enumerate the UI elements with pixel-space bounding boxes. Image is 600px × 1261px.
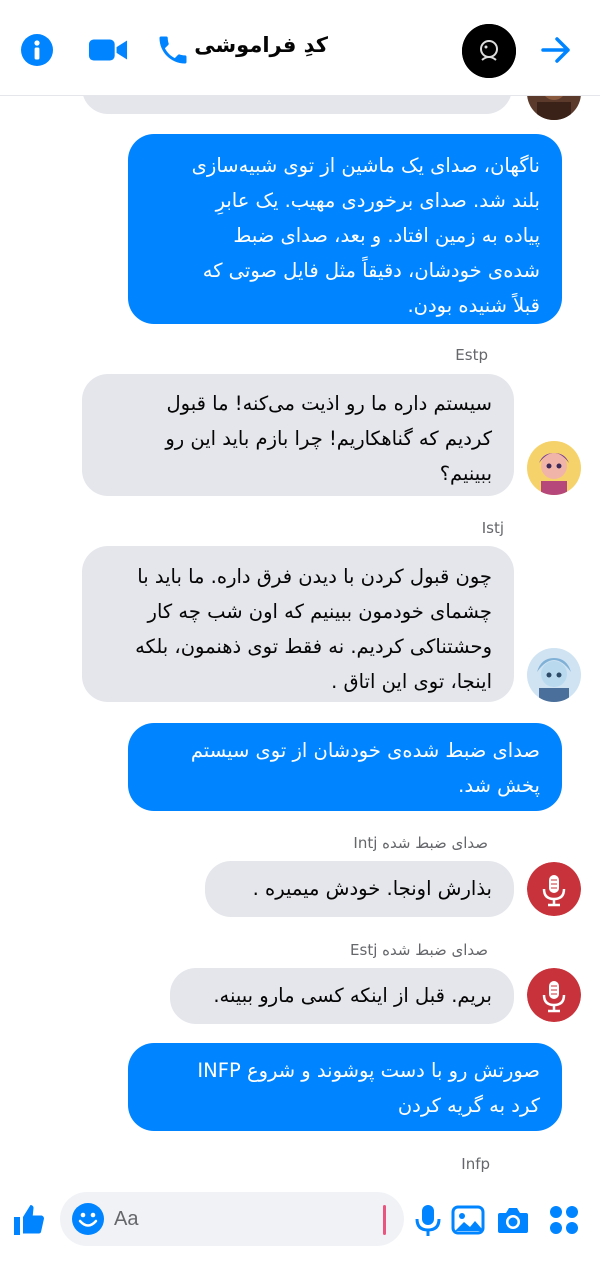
message-line: صدای ضبط شده‌ی خودشان از توی سیستم (190, 739, 540, 762)
like-icon[interactable] (9, 1200, 49, 1240)
typing-sender-name: Infp (461, 1155, 490, 1173)
message-line: چون قبول کردن با دیدن فرق داره. ما باید … (137, 565, 492, 588)
chat-title[interactable]: کدِ فراموشی (194, 33, 328, 57)
camera-icon[interactable] (493, 1200, 533, 1240)
message-line: کردیم که گناهکاریم! چرا بازم باید این رو (165, 427, 492, 450)
phone-icon[interactable] (153, 30, 193, 70)
message-bubble-sent[interactable]: ناگهان، صدای یک ماشین از توی شبیه‌سازی ب… (128, 134, 562, 324)
message-input-container[interactable] (60, 1192, 404, 1246)
group-avatar[interactable] (462, 24, 516, 78)
message-line: بلند شد. صدای برخوردی مهیب. یک عابرِ (215, 189, 540, 212)
microphone-icon[interactable] (408, 1200, 448, 1240)
forward-arrow-icon[interactable] (536, 30, 576, 70)
message-line: بریم. قبل از اینکه کسی مارو ببینه. (213, 984, 492, 1007)
contact-avatar[interactable] (527, 648, 581, 702)
sender-name: صدای ضبط شده Intj (353, 834, 488, 852)
message-input[interactable] (114, 1192, 364, 1246)
message-line: سیستم داره ما رو اذیت می‌کنه! ما قبول (166, 392, 492, 415)
message-line: ببینیم؟ (439, 462, 492, 485)
message-line: پیاده به زمین افتاد. و بعد، صدای ضبط (233, 224, 540, 247)
emoji-icon[interactable] (68, 1199, 108, 1239)
message-line: صورتش رو با دست پوشوند و شروع INFP (197, 1059, 540, 1082)
apps-icon[interactable] (544, 1200, 584, 1240)
message-line: قبلاً شنیده بودن. (407, 294, 540, 317)
sender-name: Estp (455, 346, 488, 364)
message-line: وحشتناکی کردیم. نه فقط توی ذهنمون، بلکه (135, 635, 492, 658)
chat-header: کدِ فراموشی (0, 0, 600, 96)
message-line: کرد به گریه کردن (397, 1094, 540, 1117)
message-line: پخش شد. (458, 774, 540, 797)
message-line: بذارش اونجا. خودش میمیره . (252, 877, 492, 900)
message-composer (0, 1180, 600, 1261)
info-icon[interactable] (17, 30, 57, 70)
sender-name: Istj (481, 519, 504, 537)
sender-name: صدای ضبط شده Estj (350, 941, 488, 959)
message-line: شده‌ی خودشان، دقیقاً مثل فایل صوتی که (202, 259, 540, 282)
microphone-avatar[interactable] (527, 968, 581, 1022)
video-call-icon[interactable] (88, 30, 128, 70)
message-line: ناگهان، صدای یک ماشین از توی شبیه‌سازی (191, 154, 540, 177)
message-line: اینجا، توی این اتاق . (331, 670, 492, 693)
chat-thread: ناگهان، صدای یک ماشین از توی شبیه‌سازی ب… (0, 0, 600, 1261)
contact-avatar[interactable] (527, 441, 581, 495)
message-bubble-received[interactable]: بذارش اونجا. خودش میمیره . (205, 861, 514, 917)
message-bubble-received[interactable]: چون قبول کردن با دیدن فرق داره. ما باید … (82, 546, 514, 702)
message-bubble-received[interactable]: سیستم داره ما رو اذیت می‌کنه! ما قبول کر… (82, 374, 514, 496)
text-caret (383, 1205, 386, 1235)
message-bubble-received[interactable]: بریم. قبل از اینکه کسی مارو ببینه. (170, 968, 514, 1024)
microphone-avatar[interactable] (527, 862, 581, 916)
message-bubble-sent[interactable]: صورتش رو با دست پوشوند و شروع INFP کرد ب… (128, 1043, 562, 1131)
message-line: چشمای خودمون ببینیم که اون شب چه کار (147, 600, 492, 623)
message-bubble-sent[interactable]: صدای ضبط شده‌ی خودشان از توی سیستم پخش ش… (128, 723, 562, 811)
gallery-icon[interactable] (448, 1200, 488, 1240)
